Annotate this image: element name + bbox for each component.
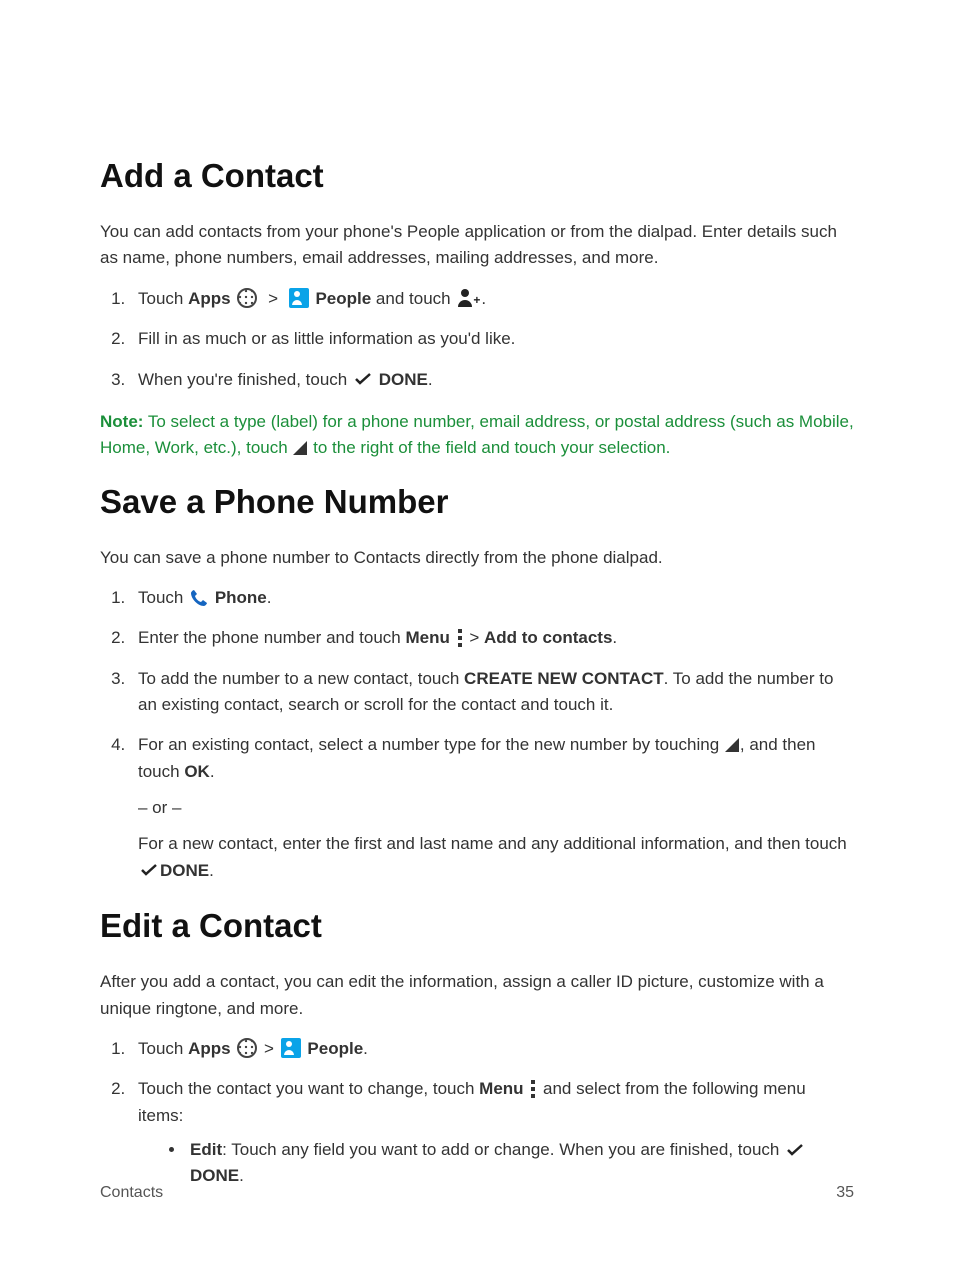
- text: and touch: [371, 289, 455, 308]
- steps-save-number: Touch Phone. Enter the phone number and …: [100, 585, 854, 884]
- edit-label: Edit: [190, 1140, 222, 1159]
- text: .: [481, 289, 486, 308]
- apps-icon: [237, 288, 257, 308]
- people-icon: [289, 288, 309, 308]
- done-label: DONE: [374, 370, 428, 389]
- add-to-contacts-label: Add to contacts: [484, 628, 612, 647]
- list-item: Touch Apps > People and touch +.: [130, 286, 854, 312]
- heading-add-contact: Add a Contact: [100, 150, 854, 201]
- menu-label: Menu: [405, 628, 449, 647]
- text: For a new contact, enter the first and l…: [138, 834, 847, 853]
- apps-label: Apps: [188, 289, 231, 308]
- people-icon: [281, 1038, 301, 1058]
- phone-label: Phone: [210, 588, 267, 607]
- text: .: [267, 588, 272, 607]
- text: To add the number to a new contact, touc…: [138, 669, 464, 688]
- list-item: Touch Phone.: [130, 585, 854, 611]
- list-item: To add the number to a new contact, touc…: [130, 666, 854, 719]
- text: For an existing contact, select a number…: [138, 735, 724, 754]
- text: .: [210, 762, 215, 781]
- steps-add-contact: Touch Apps > People and touch +. Fill in…: [100, 286, 854, 393]
- heading-edit-contact: Edit a Contact: [100, 900, 854, 951]
- intro-save-number: You can save a phone number to Contacts …: [100, 545, 854, 571]
- text: : Touch any field you want to add or cha…: [222, 1140, 784, 1159]
- list-item: Touch the contact you want to change, to…: [130, 1076, 854, 1189]
- document-page: Add a Contact You can add contacts from …: [0, 0, 954, 1266]
- list-item: Enter the phone number and touch Menu > …: [130, 625, 854, 651]
- list-item: For an existing contact, select a number…: [130, 732, 854, 884]
- phone-icon: [190, 589, 208, 607]
- apps-icon: [237, 1038, 257, 1058]
- chevron-right-icon: >: [268, 289, 278, 308]
- check-icon: [354, 372, 372, 386]
- text: Touch: [138, 1039, 188, 1058]
- menu-icon: [457, 629, 463, 647]
- chevron-right-icon: >: [259, 1039, 278, 1058]
- intro-edit-contact: After you add a contact, you can edit th…: [100, 969, 854, 1022]
- text: .: [363, 1039, 368, 1058]
- text: Touch: [138, 289, 188, 308]
- create-new-contact-label: CREATE NEW CONTACT: [464, 669, 664, 688]
- intro-add-contact: You can add contacts from your phone's P…: [100, 219, 854, 272]
- check-icon: [140, 863, 158, 877]
- steps-edit-contact: Touch Apps > People. Touch the contact y…: [100, 1036, 854, 1190]
- text: .: [209, 861, 214, 880]
- text: .: [612, 628, 617, 647]
- text: When you're finished, touch: [138, 370, 352, 389]
- list-item: When you're finished, touch DONE.: [130, 367, 854, 393]
- triangle-icon: [293, 441, 307, 455]
- text: to the right of the field and touch your…: [308, 438, 670, 457]
- chevron-right-icon: >: [465, 628, 484, 647]
- check-icon: [786, 1143, 804, 1157]
- menu-label: Menu: [479, 1079, 523, 1098]
- footer-section-label: Contacts: [100, 1181, 163, 1206]
- apps-label: Apps: [188, 1039, 231, 1058]
- text: Touch: [138, 588, 188, 607]
- text: Touch the contact you want to change, to…: [138, 1079, 479, 1098]
- list-item: Fill in as much or as little information…: [130, 326, 854, 352]
- page-footer: Contacts 35: [100, 1181, 854, 1206]
- add-person-icon: +: [457, 289, 479, 307]
- text: .: [428, 370, 433, 389]
- list-item: Touch Apps > People.: [130, 1036, 854, 1062]
- triangle-icon: [725, 738, 739, 752]
- people-label: People: [311, 289, 371, 308]
- done-label: DONE: [160, 861, 209, 880]
- note-add-contact: Note: To select a type (label) for a pho…: [100, 409, 854, 462]
- note-label: Note:: [100, 412, 143, 431]
- menu-icon: [530, 1080, 536, 1098]
- page-number: 35: [836, 1181, 854, 1206]
- people-label: People: [303, 1039, 363, 1058]
- ok-label: OK: [184, 762, 210, 781]
- heading-save-number: Save a Phone Number: [100, 476, 854, 527]
- text: Enter the phone number and touch: [138, 628, 405, 647]
- or-separator: – or –: [138, 795, 854, 821]
- text: For a new contact, enter the first and l…: [138, 831, 854, 884]
